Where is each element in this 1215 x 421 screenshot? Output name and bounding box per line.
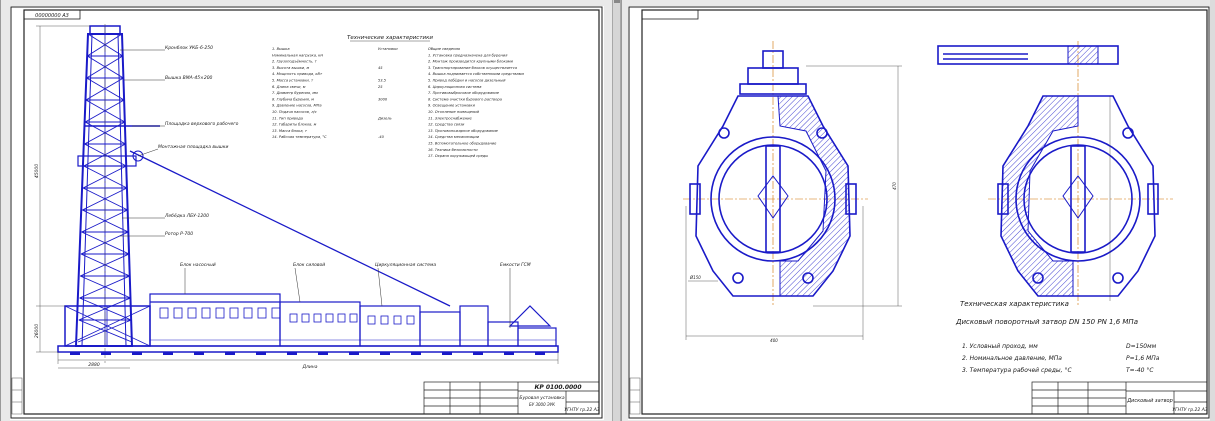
spec-row-value: P=1,6 МПа <box>1126 355 1160 362</box>
stamp-org-right: УГНТУ гр.22 А3 <box>1172 407 1207 413</box>
dim-overall-height: 470 <box>892 182 897 190</box>
general-list-item: 5. Привод лебёдки и насосов дизельный <box>428 79 506 83</box>
general-list-item: 7. Противовыбросовое оборудование <box>428 91 500 95</box>
tech-list-item: 9. Давление насосов, МПа <box>272 104 322 108</box>
tech-list-item: 7. Диаметр бурения, мм <box>272 91 318 95</box>
butterfly-valve-drawing: 400 470 Ø150 Техническая характеристика … <box>628 6 1210 419</box>
valve-spec-rows: 1. Условный проход, мм D=150мм 2. Номиналь… <box>962 343 1160 374</box>
callout-monkey-board: Площадка верхового рабочего <box>165 121 239 127</box>
general-list-item: 12. Средства связи <box>428 123 465 127</box>
tech-list-item: 12. Габариты блоков, м <box>272 123 317 127</box>
stamp-code: КР 0100.0000 <box>534 384 581 391</box>
tech-list-item: 11. Тип привода <box>272 116 303 120</box>
dim-bore-diameter: Ø150 <box>689 275 701 280</box>
valve-section-view <box>937 41 1173 306</box>
general-list-item: 17. Охрана окружающей среды <box>428 154 488 158</box>
callout-mounting-platform: Монтажная площадка вышки <box>158 144 228 150</box>
general-list-item: 13. Противопожарное оборудование <box>428 129 499 133</box>
tech-value-item: 25 <box>378 85 383 89</box>
left-drawing-window[interactable]: 00000000 А3 Кронблок УКБ-6-250 Вышка ВМА… <box>0 0 614 421</box>
spec-row-value: T=-40 °С <box>1126 367 1154 374</box>
tech-list-item: 8. Глубина бурения, м <box>272 97 314 101</box>
tech-list-item: 1. Вышка <box>272 47 290 51</box>
tech-list-item: 13. Масса блока, т <box>272 129 308 133</box>
callout-crown-block: Кронблок УКБ-6-250 <box>165 45 213 51</box>
general-list-item: 1. Установка предназначена для бурения <box>428 53 508 57</box>
general-list-item: 14. Средства механизации <box>428 135 480 139</box>
general-list-item: 10. Отопление помещений <box>428 110 480 114</box>
tech-value-item: 45 <box>378 66 383 70</box>
top-stamp-code: 00000000 А3 <box>35 13 69 19</box>
spec-row-value: D=150мм <box>1126 343 1157 350</box>
derrick-tower <box>74 25 160 347</box>
guy-line <box>129 150 451 307</box>
window-splitter[interactable] <box>612 0 621 421</box>
general-list-item: Общие сведения <box>428 47 461 51</box>
callout-rotary-table: Ротор Р-700 <box>165 231 193 237</box>
butterfly-valve-drawing-sheet: 400 470 Ø150 Техническая характеристика … <box>628 6 1211 420</box>
tech-value-item: Установки <box>378 47 398 51</box>
callout-drawworks: Лебёдка ЛБУ-1200 <box>164 213 209 219</box>
valve-tech-title: Техническая характеристика <box>960 300 1069 308</box>
callout-power-block: Блок силовой <box>293 262 325 268</box>
stamp-org: УГНТУ гр.22 А3 <box>564 407 599 413</box>
tech-value-item: Дизель <box>377 116 392 120</box>
stamp-name-right: Дисковый затвор <box>1126 398 1173 404</box>
rig-substructure <box>57 305 559 353</box>
dim-base-height: 26000 <box>34 324 40 338</box>
valve-product-line: Дисковый поворотный затвор DN 150 PN 1,6… <box>955 318 1138 326</box>
callout-circulation-system: Циркуляционная система <box>375 262 436 268</box>
dim-derrick-height: 45000 <box>34 164 40 178</box>
spec-row-label: 2. Номинальное давление, МПа <box>962 355 1062 362</box>
drawing-frame-right <box>641 9 1208 415</box>
tech-value-item: 53,5 <box>378 79 387 83</box>
tech-value-item: -40 <box>378 135 385 139</box>
stamp-subname: БУ 3000 ЭУК <box>529 402 555 407</box>
valve-front-view <box>683 41 868 306</box>
general-list-item: 15. Вспомогательное оборудование <box>428 142 497 146</box>
general-list-item: 8. Система очистки бурового раствора <box>428 97 502 101</box>
callout-pump-block: Блок насосный <box>180 262 216 268</box>
general-list-item: 4. Вышка поднимается собственными средст… <box>428 72 524 76</box>
dim-base-width: 2880 <box>88 362 100 368</box>
drilling-rig-drawing: 00000000 А3 Кронблок УКБ-6-250 Вышка ВМА… <box>10 6 603 419</box>
tech-list-item: 2. Грузоподъёмность, т <box>272 60 318 64</box>
callout-fuel-tanks: Емкости ГСМ <box>500 262 531 268</box>
tech-list-item: 10. Подача насосов, л/с <box>272 110 317 114</box>
spec-row-label: 3. Температура рабочей среды, °С <box>962 367 1072 374</box>
tech-list-values: Установки 45 53,5 25 3000 Дизель -40 <box>377 47 398 139</box>
general-list-item: 11. Электроснабжение <box>428 116 472 120</box>
tech-list-item: Номинальная нагрузка, кН <box>272 53 323 57</box>
tech-list-item: 4. Мощность привода, кВт <box>272 72 323 76</box>
right-window-scrollbar[interactable] <box>1210 0 1215 421</box>
tech-list-general: Общие сведения 1. Установка предназначена… <box>428 47 524 158</box>
dim-total-length: Длина <box>301 364 317 370</box>
callout-derrick: Вышка ВМА-45×200 <box>165 75 213 81</box>
general-list-item: 3. Транспортирование блоков осуществляет… <box>428 66 518 70</box>
tech-list-item: 3. Высота вышки, м <box>272 66 310 70</box>
general-list-item: 16. Техника безопасности <box>428 148 478 152</box>
tech-list-item: 14. Рабочая температура, °С <box>272 135 327 139</box>
drilling-rig-drawing-sheet: 00000000 А3 Кронблок УКБ-6-250 Вышка ВМА… <box>10 6 604 420</box>
general-list-item: 9. Освещение установки <box>428 104 476 108</box>
tech-list-item: 5. Масса установки, т <box>272 79 314 83</box>
right-drawing-window[interactable]: 400 470 Ø150 Техническая характеристика … <box>621 0 1215 421</box>
spec-row-label: 1. Условный проход, мм <box>962 343 1038 350</box>
tech-value-item: 3000 <box>378 97 388 101</box>
tech-characteristics-title: Технические характеристики <box>347 35 433 41</box>
general-list-item: 2. Монтаж производится крупными блоками <box>428 60 514 64</box>
dim-overall-width: 400 <box>770 338 778 343</box>
tech-list-left: 1. Вышка Номинальная нагрузка, кН 2. Груз… <box>272 47 327 139</box>
equipment-blocks <box>149 293 557 347</box>
stamp-name: Буровая установка <box>519 395 564 401</box>
tech-list-item: 6. Длина свечи, м <box>272 85 306 89</box>
general-list-item: 6. Циркуляционная система <box>428 85 481 89</box>
